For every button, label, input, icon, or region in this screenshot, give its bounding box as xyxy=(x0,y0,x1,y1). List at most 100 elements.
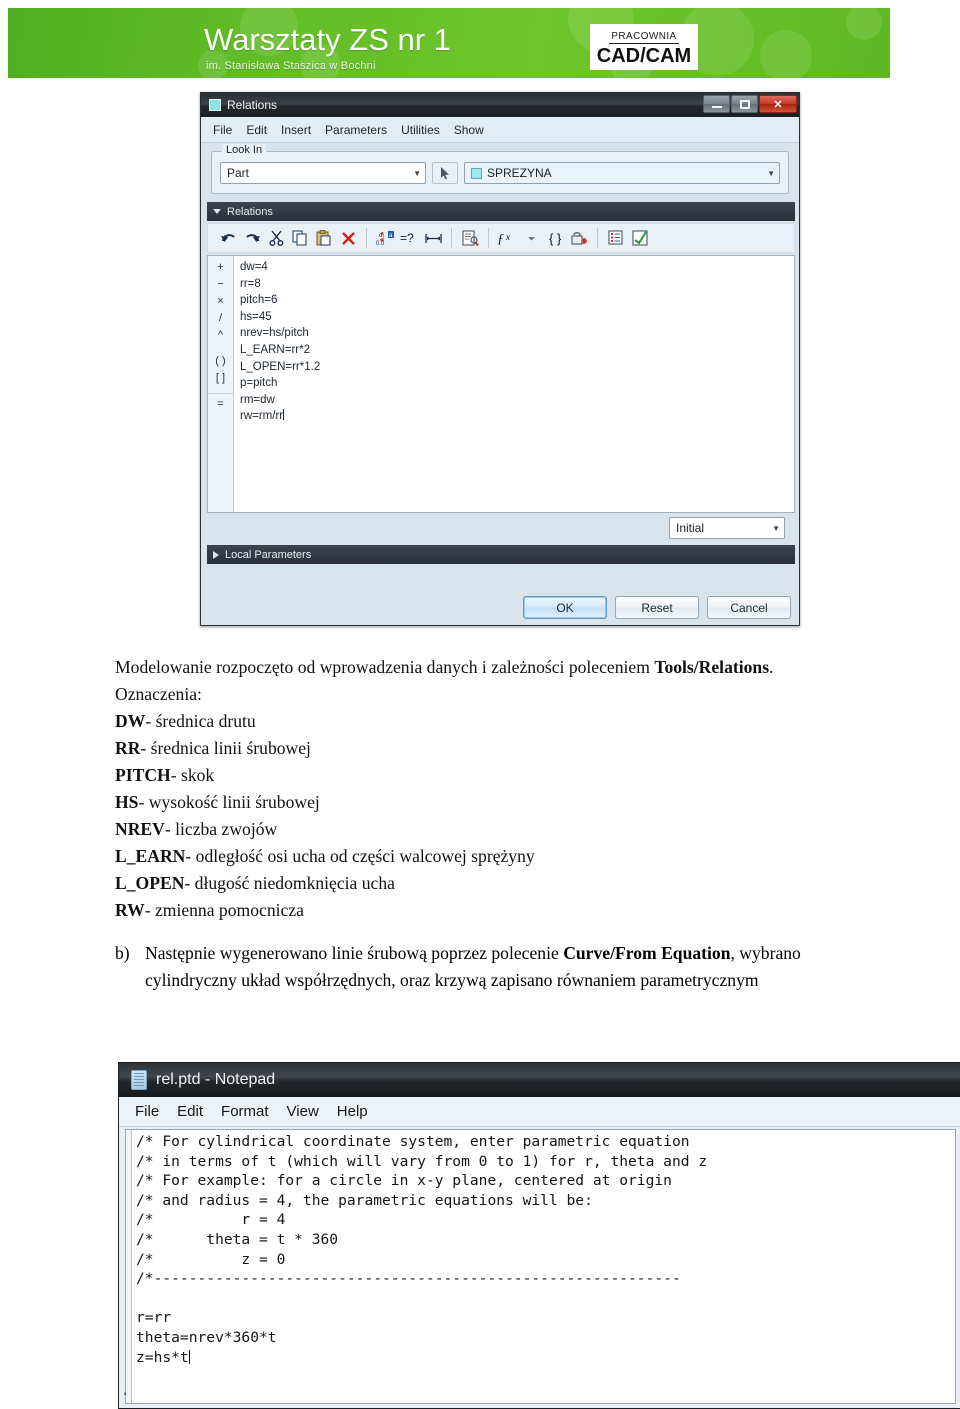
operator-parenthesis-button[interactable]: ( ) xyxy=(215,353,225,370)
intro-bold-command: Tools/Relations xyxy=(654,657,770,677)
relations-panel-header[interactable]: Relations xyxy=(207,202,795,221)
undo-icon[interactable] xyxy=(216,226,240,250)
look-in-type-select[interactable]: Part ▼ xyxy=(220,162,426,184)
document-body: Modelowanie rozpoczęto od wprowadzenia d… xyxy=(115,654,875,994)
relations-panel-label: Relations xyxy=(227,205,273,218)
operator-minus-button[interactable]: − xyxy=(217,276,223,293)
svg-text:=?: =? xyxy=(400,231,414,245)
look-in-model-value: SPREZYNA xyxy=(487,166,552,180)
operator-equals-button[interactable]: = xyxy=(208,393,233,410)
initial-select[interactable]: Initial ▼ xyxy=(669,517,785,539)
notepad-menu-file[interactable]: File xyxy=(135,1103,159,1120)
definition-l-earn: L_EARN- odległość osi ucha od części wal… xyxy=(115,843,875,870)
switch-dimensions-icon[interactable]: d| 0.0 a xyxy=(373,226,397,250)
notepad-titlebar: rel.ptd - Notepad xyxy=(119,1063,960,1097)
definition-term: RW xyxy=(115,900,145,920)
definition-hs: HS- wysokość linii śrubowej xyxy=(115,789,875,816)
relations-text-editor[interactable]: dw=4 rr=8 pitch=6 hs=45 nrev=hs/pitch L_… xyxy=(234,256,794,512)
toolbar-separator xyxy=(488,228,489,248)
definition-desc: - długość niedomknięcia ucha xyxy=(184,873,395,893)
paste-icon[interactable] xyxy=(312,226,336,250)
relations-window-icon xyxy=(209,99,221,111)
delete-icon[interactable] xyxy=(336,226,360,250)
relation-info-group xyxy=(454,224,486,252)
relations-titlebar: Relations ✕ xyxy=(201,93,799,117)
maximize-icon xyxy=(739,99,750,109)
reset-button[interactable]: Reset xyxy=(615,596,699,619)
definition-l-open: L_OPEN- długość niedomknięcia ucha xyxy=(115,870,875,897)
menu-item-show[interactable]: Show xyxy=(454,123,484,137)
notepad-text-content-wrapper: /* For cylindrical coordinate system, en… xyxy=(132,1130,955,1403)
menu-item-utilities[interactable]: Utilities xyxy=(401,123,440,137)
notepad-menu-format[interactable]: Format xyxy=(221,1103,269,1120)
look-in-model-select[interactable]: SPREZYNA ▼ xyxy=(464,162,780,184)
check-icon[interactable] xyxy=(628,226,652,250)
maximize-button[interactable] xyxy=(731,95,758,113)
close-button[interactable]: ✕ xyxy=(759,95,797,113)
notepad-menu-view[interactable]: View xyxy=(287,1103,319,1120)
cancel-button[interactable]: Cancel xyxy=(707,596,791,619)
operator-divide-button[interactable]: / xyxy=(219,310,222,327)
redo-icon[interactable] xyxy=(240,226,264,250)
definition-desc: - średnica linii śrubowej xyxy=(140,738,311,758)
operator-multiply-button[interactable]: × xyxy=(217,293,223,310)
function-icon[interactable]: ƒx xyxy=(495,226,519,250)
list-bold-command: Curve/From Equation xyxy=(563,943,731,963)
svg-text:ƒ: ƒ xyxy=(497,232,504,246)
function-dropdown-icon[interactable] xyxy=(519,226,543,250)
chevron-down-icon xyxy=(213,209,221,214)
dimension-toolbar-group: d| 0.0 a =? xyxy=(369,224,449,252)
notepad-text-area[interactable]: /* For cylindrical coordinate system, en… xyxy=(125,1129,956,1404)
menu-item-parameters[interactable]: Parameters xyxy=(325,123,387,137)
chevron-down-icon: ▼ xyxy=(413,168,421,178)
units-icon[interactable]: { } xyxy=(543,226,567,250)
initial-row: Initial ▼ xyxy=(201,517,793,539)
cut-icon[interactable] xyxy=(264,226,288,250)
notepad-menu-help[interactable]: Help xyxy=(337,1103,368,1120)
verify-icon[interactable]: =? xyxy=(397,226,421,250)
relations-toolbar: d| 0.0 a =? ƒx {} xyxy=(207,223,795,253)
dialog-button-row: OK Reset Cancel xyxy=(523,596,791,619)
select-pointer-button[interactable] xyxy=(432,162,458,184)
list-marker-b: b) xyxy=(115,943,130,963)
operator-power-button[interactable]: ^ xyxy=(218,327,223,344)
text-cursor xyxy=(283,409,285,421)
definition-rw: RW- zmienna pomocnicza xyxy=(115,897,875,924)
definition-term: NREV xyxy=(115,819,165,839)
definition-rr: RR- średnica linii śrubowej xyxy=(115,735,875,762)
notepad-menu-edit[interactable]: Edit xyxy=(177,1103,203,1120)
definition-dw: DW- średnica drutu xyxy=(115,708,875,735)
model-icon xyxy=(471,167,482,179)
toolbar-separator xyxy=(366,228,367,248)
local-parameters-section[interactable]: Local Parameters xyxy=(207,545,795,564)
look-in-row: Part ▼ SPREZYNA ▼ xyxy=(220,162,780,184)
menu-item-file[interactable]: File xyxy=(213,123,232,137)
copy-icon[interactable] xyxy=(288,226,312,250)
cadcam-logo: PRACOWNIA CAD/CAM xyxy=(590,24,698,70)
operator-plus-button[interactable]: + xyxy=(217,259,223,276)
list-item-b: b) Następnie wygenerowano linie śrubową … xyxy=(115,940,875,994)
svg-text:x: x xyxy=(505,232,510,242)
intro-paragraph: Modelowanie rozpoczęto od wprowadzenia d… xyxy=(115,654,875,681)
minimize-button[interactable] xyxy=(703,95,730,113)
relation-info-icon[interactable] xyxy=(458,226,482,250)
chevron-down-icon: ▼ xyxy=(772,523,780,533)
menu-item-edit[interactable]: Edit xyxy=(246,123,267,137)
banner-title: Warsztaty ZS nr 1 xyxy=(204,22,451,57)
notepad-menubar: File Edit Format View Help xyxy=(119,1097,960,1127)
lock-icon[interactable] xyxy=(567,226,591,250)
operator-bracket-button[interactable]: [ ] xyxy=(216,370,225,387)
ok-button[interactable]: OK xyxy=(523,596,607,619)
logo-main-text: CAD/CAM xyxy=(596,45,692,67)
parameters-icon[interactable] xyxy=(604,226,628,250)
look-in-legend: Look In xyxy=(222,144,267,156)
dimension-icon[interactable] xyxy=(421,226,445,250)
svg-text:0.0: 0.0 xyxy=(376,241,385,247)
definition-term: DW xyxy=(115,711,146,731)
menu-item-insert[interactable]: Insert xyxy=(281,123,311,137)
definition-desc: - średnica drutu xyxy=(145,711,256,731)
definition-term: L_EARN xyxy=(115,846,186,866)
definition-nrev: NREV- liczba zwojów xyxy=(115,816,875,843)
list-text-1: Następnie wygenerowano linie śrubową pop… xyxy=(145,943,564,963)
definition-term: RR xyxy=(115,738,141,758)
